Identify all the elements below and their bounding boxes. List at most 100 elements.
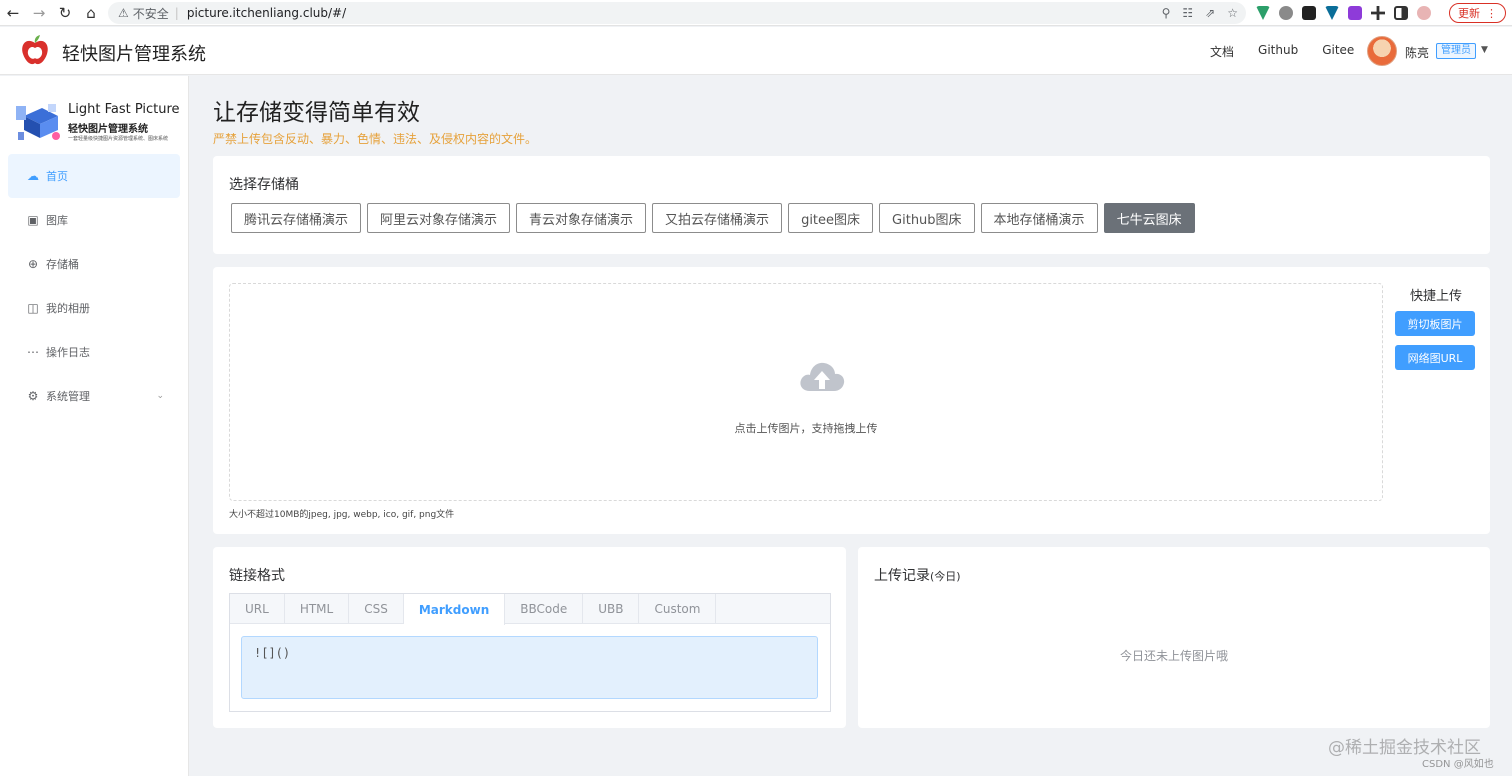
- clipboard-upload-button[interactable]: 剪切板图片: [1395, 311, 1475, 336]
- bucket-icon: ⊕: [27, 257, 39, 271]
- upload-file-tip: 大小不超过10MB的jpeg, jpg, webp, ico, gif, png…: [229, 510, 455, 520]
- nav-link-docs[interactable]: 文档: [1210, 43, 1234, 60]
- upload-card: 点击上传图片，支持拖拽上传 大小不超过10MB的jpeg, jpg, webp,…: [213, 267, 1490, 534]
- bucket-option-aliyun[interactable]: 阿里云对象存储演示: [367, 203, 511, 233]
- puzzle-extensions-icon[interactable]: [1371, 6, 1385, 20]
- vue-devtools-icon[interactable]: [1256, 6, 1270, 20]
- sidebar-item-gallery[interactable]: ▣ 图库: [8, 198, 180, 242]
- bucket-option-qingcloud[interactable]: 青云对象存储演示: [516, 203, 647, 233]
- back-arrow-icon[interactable]: ←: [0, 0, 26, 26]
- sidebar-logo: Light Fast Picture 轻快图片管理系统 一套轻量级快捷图片资源管…: [14, 98, 184, 148]
- bucket-option-gitee[interactable]: gitee图床: [788, 203, 874, 233]
- drop-zone-hint: 点击上传图片，支持拖拽上传: [734, 422, 878, 435]
- browser-toolbar: ← → ↻ ⌂ ⚠ 不安全 | picture.itchenliang.club…: [0, 0, 1512, 26]
- tab-url[interactable]: URL: [230, 594, 285, 624]
- history-empty-text: 今日还未上传图片哦: [1119, 649, 1228, 663]
- tab-markdown[interactable]: Markdown: [403, 594, 506, 625]
- sidebar-item-home[interactable]: ☁ 首页: [8, 154, 180, 198]
- tab-html[interactable]: HTML: [285, 594, 350, 624]
- role-badge: 管理员: [1436, 43, 1476, 59]
- tabs-header: URL HTML CSS Markdown BBCode UBB Custom: [230, 594, 830, 625]
- url-upload-button[interactable]: 网络图URL: [1395, 345, 1475, 370]
- address-actions: ⚲ ☷ ⇗ ☆: [1162, 2, 1238, 24]
- sidebar-menu: ☁ 首页 ▣ 图库 ⊕ 存储桶 ◫ 我的相册 ⋯ 操作日志 ⚙ 系统管理 ⌄: [8, 154, 180, 418]
- author-watermark: CSDN @风如也: [1422, 759, 1494, 770]
- sidebar: Light Fast Picture 轻快图片管理系统 一套轻量级快捷图片资源管…: [0, 76, 189, 776]
- link-format-card: 链接格式 URL HTML CSS Markdown BBCode UBB Cu…: [213, 547, 846, 728]
- forward-arrow-icon[interactable]: →: [26, 0, 52, 26]
- tab-ubb[interactable]: UBB: [583, 594, 640, 624]
- sidebar-item-label: 系统管理: [46, 390, 90, 403]
- apple-logo-icon: [22, 35, 48, 65]
- avatar[interactable]: [1367, 36, 1397, 66]
- extension-purple-icon[interactable]: [1348, 6, 1362, 20]
- extension-v-icon[interactable]: [1325, 6, 1339, 20]
- bucket-option-tencent[interactable]: 腾讯云存储桶演示: [231, 203, 362, 233]
- sidebar-item-bucket[interactable]: ⊕ 存储桶: [8, 242, 180, 286]
- cloud-upload-icon: [800, 362, 845, 391]
- tab-css[interactable]: CSS: [349, 594, 404, 624]
- upload-drop-zone[interactable]: 点击上传图片，支持拖拽上传: [229, 283, 1383, 501]
- tab-custom[interactable]: Custom: [639, 594, 717, 624]
- chevron-down-icon: ⌄: [156, 391, 164, 401]
- bucket-options: 腾讯云存储桶演示 阿里云对象存储演示 青云对象存储演示 又拍云存储桶演示 git…: [231, 203, 1195, 233]
- warning-triangle-icon: ⚠: [118, 6, 129, 20]
- nav-link-github[interactable]: Github: [1258, 43, 1298, 60]
- link-format-title: 链接格式: [229, 568, 285, 584]
- bucket-select-title: 选择存储桶: [229, 177, 299, 193]
- log-icon: ⋯: [27, 345, 39, 359]
- app-title: 轻快图片管理系统: [62, 44, 206, 65]
- extension-cloud-icon[interactable]: [1279, 6, 1293, 20]
- address-separator: |: [174, 6, 179, 20]
- sidebar-item-label: 我的相册: [46, 302, 90, 315]
- home-icon[interactable]: ⌂: [78, 0, 104, 26]
- extension-icons: [1256, 0, 1431, 26]
- quick-upload-title: 快捷上传: [1410, 289, 1463, 304]
- history-title-suffix: (今日): [930, 570, 961, 583]
- nav-link-gitee[interactable]: Gitee: [1322, 43, 1354, 60]
- sidebar-item-label: 首页: [46, 170, 68, 183]
- translate-icon[interactable]: ☷: [1182, 6, 1193, 20]
- sidebar-item-system[interactable]: ⚙ 系统管理 ⌄: [8, 374, 180, 418]
- sidebar-logo-subtitle: 一套轻量级快捷图片资源管理系统、图床系统: [68, 136, 169, 142]
- caret-down-icon[interactable]: ▼: [1481, 45, 1488, 55]
- reload-icon[interactable]: ↻: [52, 0, 78, 26]
- album-icon: ◫: [27, 301, 39, 315]
- sidebar-item-label: 存储桶: [46, 258, 79, 271]
- side-panel-icon[interactable]: [1394, 6, 1408, 20]
- sidebar-item-album[interactable]: ◫ 我的相册: [8, 286, 180, 330]
- bucket-option-local[interactable]: 本地存储桶演示: [980, 203, 1098, 233]
- bucket-select-card: 选择存储桶 腾讯云存储桶演示 阿里云对象存储演示 青云对象存储演示 又拍云存储桶…: [213, 156, 1490, 254]
- tab-bbcode[interactable]: BBCode: [505, 594, 584, 624]
- profile-avatar-icon[interactable]: [1417, 6, 1431, 20]
- sidebar-logo-chinese: 轻快图片管理系统: [68, 124, 148, 135]
- browser-update-button[interactable]: 更新 ⋮: [1449, 3, 1506, 23]
- bucket-option-github[interactable]: Github图床: [879, 203, 975, 233]
- link-format-tabs: URL HTML CSS Markdown BBCode UBB Custom …: [229, 593, 831, 712]
- sidebar-item-logs[interactable]: ⋯ 操作日志: [8, 330, 180, 374]
- url-text[interactable]: picture.itchenliang.club/#/: [187, 6, 346, 20]
- header-nav: 文档 Github Gitee: [1210, 43, 1378, 60]
- app-header: 轻快图片管理系统 文档 Github Gitee 陈亮 管理员 ▼: [0, 27, 1512, 75]
- link-output-field[interactable]: ![](): [241, 636, 818, 699]
- bucket-option-qiniu[interactable]: 七牛云图床: [1103, 203, 1195, 233]
- extension-dark-icon[interactable]: [1302, 6, 1316, 20]
- more-vertical-icon: ⋮: [1486, 6, 1497, 20]
- bucket-option-upyun[interactable]: 又拍云存储桶演示: [652, 203, 783, 233]
- cloud-upload-icon: ☁: [27, 169, 39, 183]
- gear-icon: ⚙: [27, 389, 39, 403]
- sidebar-logo-english: Light Fast Picture: [68, 102, 180, 117]
- upload-history-card: 上传记录(今日) 今日还未上传图片哦: [858, 547, 1490, 728]
- address-bar[interactable]: ⚠ 不安全 | picture.itchenliang.club/#/ ⚲ ☷ …: [108, 2, 1246, 24]
- share-icon[interactable]: ⇗: [1205, 6, 1215, 20]
- security-label: 不安全: [132, 6, 169, 21]
- bookmark-star-icon[interactable]: ☆: [1227, 6, 1238, 20]
- isometric-server-logo-icon: [16, 104, 60, 140]
- history-title-text: 上传记录: [874, 568, 930, 584]
- key-icon[interactable]: ⚲: [1162, 6, 1171, 20]
- page-title: 让存储变得简单有效: [213, 100, 420, 126]
- update-label: 更新: [1458, 7, 1480, 20]
- user-name[interactable]: 陈亮: [1405, 44, 1429, 61]
- sidebar-item-label: 操作日志: [46, 346, 90, 359]
- content-warning: 严禁上传包含反动、暴力、色情、违法、及侵权内容的文件。: [213, 132, 538, 146]
